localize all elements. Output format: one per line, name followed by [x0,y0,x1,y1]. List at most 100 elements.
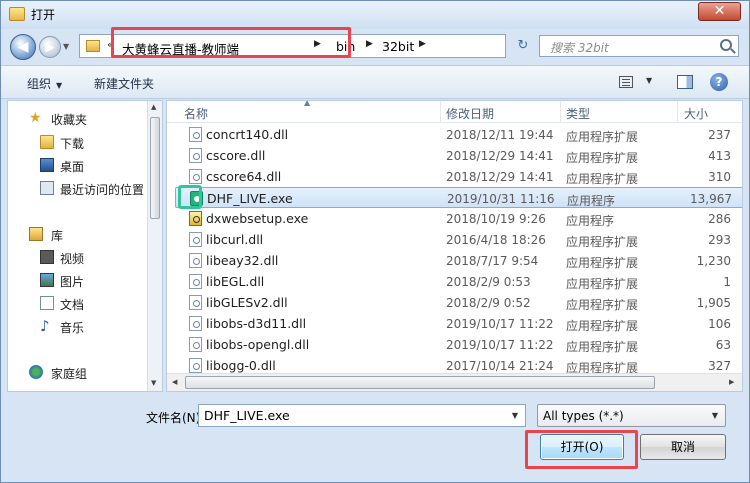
sidebar-item-label: 视频 [60,252,85,266]
file-row[interactable]: cscore64.dll 2018/12/29 14:41 应用程序扩展 310 [175,166,742,187]
chevron-down-icon[interactable]: ▼ [646,76,652,85]
chevron-down-icon[interactable]: ▼ [507,407,523,424]
dll-file-icon [189,337,202,352]
refresh-icon[interactable]: ↻ [511,35,535,57]
file-row[interactable]: libeay32.dll 2018/7/17 9:54 应用程序扩展 1,230 [175,250,742,271]
column-header-type[interactable]: 类型 [566,105,590,122]
file-size: 413 [708,149,731,163]
file-row[interactable]: dxwebsetup.exe 2018/10/19 9:26 应用程序 286 [175,208,742,229]
sidebar-item-recent[interactable]: 最近访问的位置 [8,178,148,200]
breadcrumb-separator-icon[interactable]: ▶ [419,39,426,49]
sidebar-item-label: 桌面 [60,160,85,174]
filename-field[interactable]: DHF_LIVE.exe ▼ [198,404,526,427]
file-row[interactable]: libEGL.dll 2018/2/9 0:53 应用程序扩展 1 [175,271,742,292]
filter-value: All types (*.*) [543,409,624,423]
help-icon[interactable]: ? [710,73,728,91]
cancel-button[interactable]: 取消 [640,434,726,460]
dll-file-icon [189,274,202,289]
sidebar-item-documents[interactable]: 文档 [8,293,148,315]
file-row[interactable]: libGLESv2.dll 2018/2/9 0:52 应用程序扩展 1,905 [175,292,742,313]
sidebar-item-label: 库 [51,229,64,243]
sort-ascending-icon: ▲ [304,100,311,107]
scroll-up-icon[interactable]: ▲ [151,103,156,111]
recent-places-icon [40,181,54,195]
file-type: 应用程序扩展 [566,256,639,270]
forward-button[interactable]: ▶ [39,36,61,58]
column-header-name[interactable]: 名称 [184,105,208,122]
column-header-date[interactable]: 修改日期 [446,105,494,122]
sidebar-item-label: 家庭组 [51,367,88,381]
file-type: 应用程序扩展 [566,235,639,249]
sidebar-scroll-thumb[interactable] [150,117,160,219]
file-size: 1 [723,275,731,289]
sidebar-item-downloads[interactable]: 下载 [8,132,148,154]
sidebar-item-libraries[interactable]: 库 [8,224,148,246]
open-button-highlight-box [525,430,638,469]
file-row-selected[interactable]: DHF_LIVE.exe 2019/10/31 11:16 应用程序 13,96… [175,187,742,208]
breadcrumb-item[interactable]: 32bit [382,39,414,54]
horizontal-scroll-thumb[interactable] [185,376,655,389]
search-input[interactable]: 搜索 32bit [539,35,739,57]
column-header-size[interactable]: 大小 [684,105,708,122]
sidebar-item-label: 最近访问的位置 [60,183,145,197]
filename-value[interactable]: DHF_LIVE.exe [204,408,290,423]
title-bar: 打开 ✕ [1,1,749,29]
horizontal-scrollbar[interactable]: ◀ ▶ [167,373,742,391]
breadcrumb-separator-icon[interactable]: ▶ [366,39,373,49]
column-divider[interactable] [677,101,678,123]
command-toolbar: 组织 ▼ 新建文件夹 ▼ ? [1,65,749,99]
search-placeholder: 搜索 32bit [550,41,609,55]
navigation-pane: ★ 收藏夹 下载 桌面 最近访问的位置 库 视频 图片 文档 ♪ 音乐 家庭组 … [7,100,163,392]
sidebar-item-label: 收藏夹 [51,113,88,127]
scroll-left-icon[interactable]: ◀ [172,378,177,386]
history-dropdown-icon[interactable]: ▼ [63,42,69,51]
organize-menu[interactable]: 组织 ▼ [27,75,62,92]
sidebar-item-music[interactable]: ♪ 音乐 [8,316,148,338]
filename-label: 文件名(N): [146,411,205,425]
file-date: 2019/10/31 11:16 [447,192,555,206]
back-button[interactable]: ◀ [10,34,36,60]
dll-file-icon [189,169,202,184]
sidebar-item-label: 音乐 [60,321,85,335]
sidebar-item-desktop[interactable]: 桌面 [8,155,148,177]
file-name: dxwebsetup.exe [206,211,309,226]
file-row[interactable]: libobs-opengl.dll 2019/10/17 11:22 应用程序扩… [175,334,742,355]
sidebar-item-homegroup[interactable]: 家庭组 [8,362,148,384]
file-name: concrt140.dll [206,127,289,142]
file-name: libEGL.dll [206,274,265,289]
dll-file-icon [189,148,202,163]
sidebar-item-videos[interactable]: 视频 [8,247,148,269]
scroll-right-icon[interactable]: ▶ [729,378,734,386]
file-date: 2019/10/17 11:22 [446,338,554,352]
column-divider[interactable] [440,101,441,123]
file-size: 13,967 [690,192,732,206]
sidebar-item-pictures[interactable]: 图片 [8,270,148,292]
pictures-icon [40,273,54,287]
file-row[interactable]: libcurl.dll 2016/4/18 18:26 应用程序扩展 293 [175,229,742,250]
navigation-bar: ◀ ▶ ▼ « 大黄蜂云直播-教师端 ▶ bin ▶ 32bit ▶ ▼ ↻ 搜… [1,27,749,65]
preview-pane-icon[interactable] [677,75,693,89]
new-folder-button[interactable]: 新建文件夹 [94,75,154,92]
search-icon[interactable] [720,39,732,51]
file-name: cscore.dll [206,148,266,163]
file-date: 2017/10/14 21:24 [446,359,554,373]
sidebar-item-favorites[interactable]: ★ 收藏夹 [8,108,148,130]
file-row[interactable]: concrt140.dll 2018/12/11 19:44 应用程序扩展 23… [175,124,742,145]
file-date: 2018/2/9 0:52 [446,296,531,310]
chevron-down-icon[interactable]: ▼ [707,407,723,424]
scroll-down-icon[interactable]: ▼ [151,379,156,387]
view-options-icon[interactable] [619,76,633,88]
file-date: 2018/7/17 9:54 [446,254,539,268]
dll-file-icon [189,316,202,331]
file-date: 2018/2/9 0:53 [446,275,531,289]
column-divider[interactable] [560,101,561,123]
file-type: 应用程序扩展 [566,277,639,291]
close-button[interactable]: ✕ [698,2,741,21]
file-row[interactable]: libobs-d3d11.dll 2019/10/17 11:22 应用程序扩展… [175,313,742,334]
file-row[interactable]: cscore.dll 2018/12/29 14:41 应用程序扩展 413 [175,145,742,166]
file-date: 2016/4/18 18:26 [446,233,546,247]
sidebar-scrollbar[interactable]: ▲ ▼ [147,101,162,391]
file-date: 2018/10/19 9:26 [446,212,546,226]
file-type-filter[interactable]: All types (*.*) ▼ [537,404,726,427]
dialog-footer: 文件名(N): DHF_LIVE.exe ▼ All types (*.*) ▼… [1,394,749,483]
